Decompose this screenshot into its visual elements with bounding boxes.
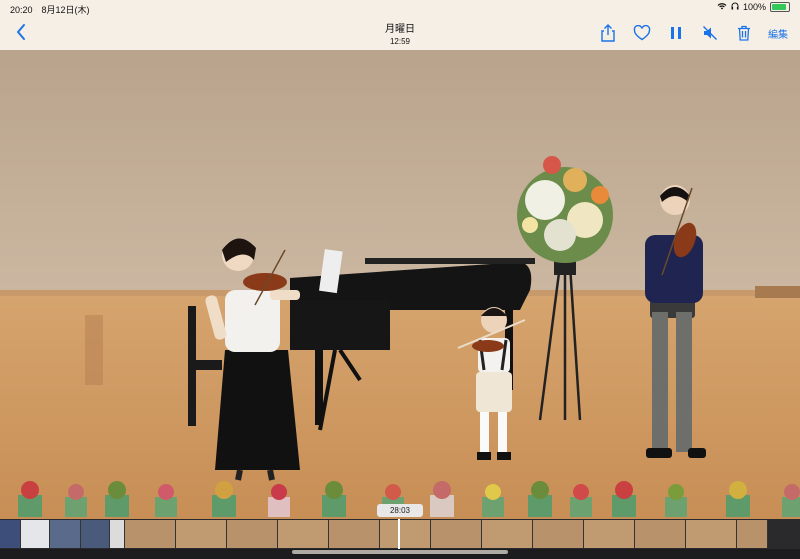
battery-icon [770,2,790,12]
status-bar: 20:20 8月12日(木) 100% [0,0,800,16]
battery-percent: 100% [742,2,766,12]
filmstrip-thumb [482,520,533,548]
page-subtitle: 12:59 [389,37,411,46]
filmstrip-thumb [0,520,21,548]
filmstrip [0,520,800,548]
heart-icon [633,25,651,41]
filmstrip-thumb [635,520,686,548]
filmstrip-thumb [686,520,737,548]
filmstrip-thumb [329,520,380,548]
share-button[interactable] [598,23,618,43]
filmstrip-thumb [431,520,482,548]
mute-icon [703,26,717,40]
headphones-icon [731,2,739,12]
video-frame[interactable] [0,50,800,520]
filmstrip-thumb [50,520,81,548]
filmstrip-thumb [176,520,227,548]
home-indicator[interactable] [292,550,508,554]
share-icon [601,24,615,42]
concert-photo [0,50,800,520]
filmstrip-thumb [227,520,278,548]
scrubber-time: 28:03 [377,504,423,517]
filmstrip-thumb [278,520,329,548]
delete-button[interactable] [734,23,754,43]
filmstrip-thumb [81,520,110,548]
edit-button[interactable]: 編集 [768,26,788,41]
page-title: 月曜日 [385,24,415,35]
chevron-left-icon [17,24,25,40]
title-block: 月曜日 12:59 [300,20,500,46]
video-scrubber[interactable] [0,519,800,549]
toolbar: 編集 [598,23,788,43]
mute-button[interactable] [700,23,720,43]
pause-icon [671,27,681,39]
filmstrip-thumb [737,520,768,548]
filmstrip-thumb [21,520,50,548]
nav-bar: 月曜日 12:59 編集 [0,16,800,51]
back-button[interactable] [12,22,32,42]
filmstrip-thumb [380,520,431,548]
scrubber-playhead[interactable] [398,519,400,549]
wifi-icon [717,2,727,12]
filmstrip-thumb [584,520,635,548]
status-time-date: 20:20 8月12日(木) [10,5,90,15]
favorite-button[interactable] [632,23,652,43]
filmstrip-thumb [533,520,584,548]
filmstrip-thumb [110,520,125,548]
pause-button[interactable] [666,23,686,43]
trash-icon [738,25,750,41]
filmstrip-thumb [125,520,176,548]
